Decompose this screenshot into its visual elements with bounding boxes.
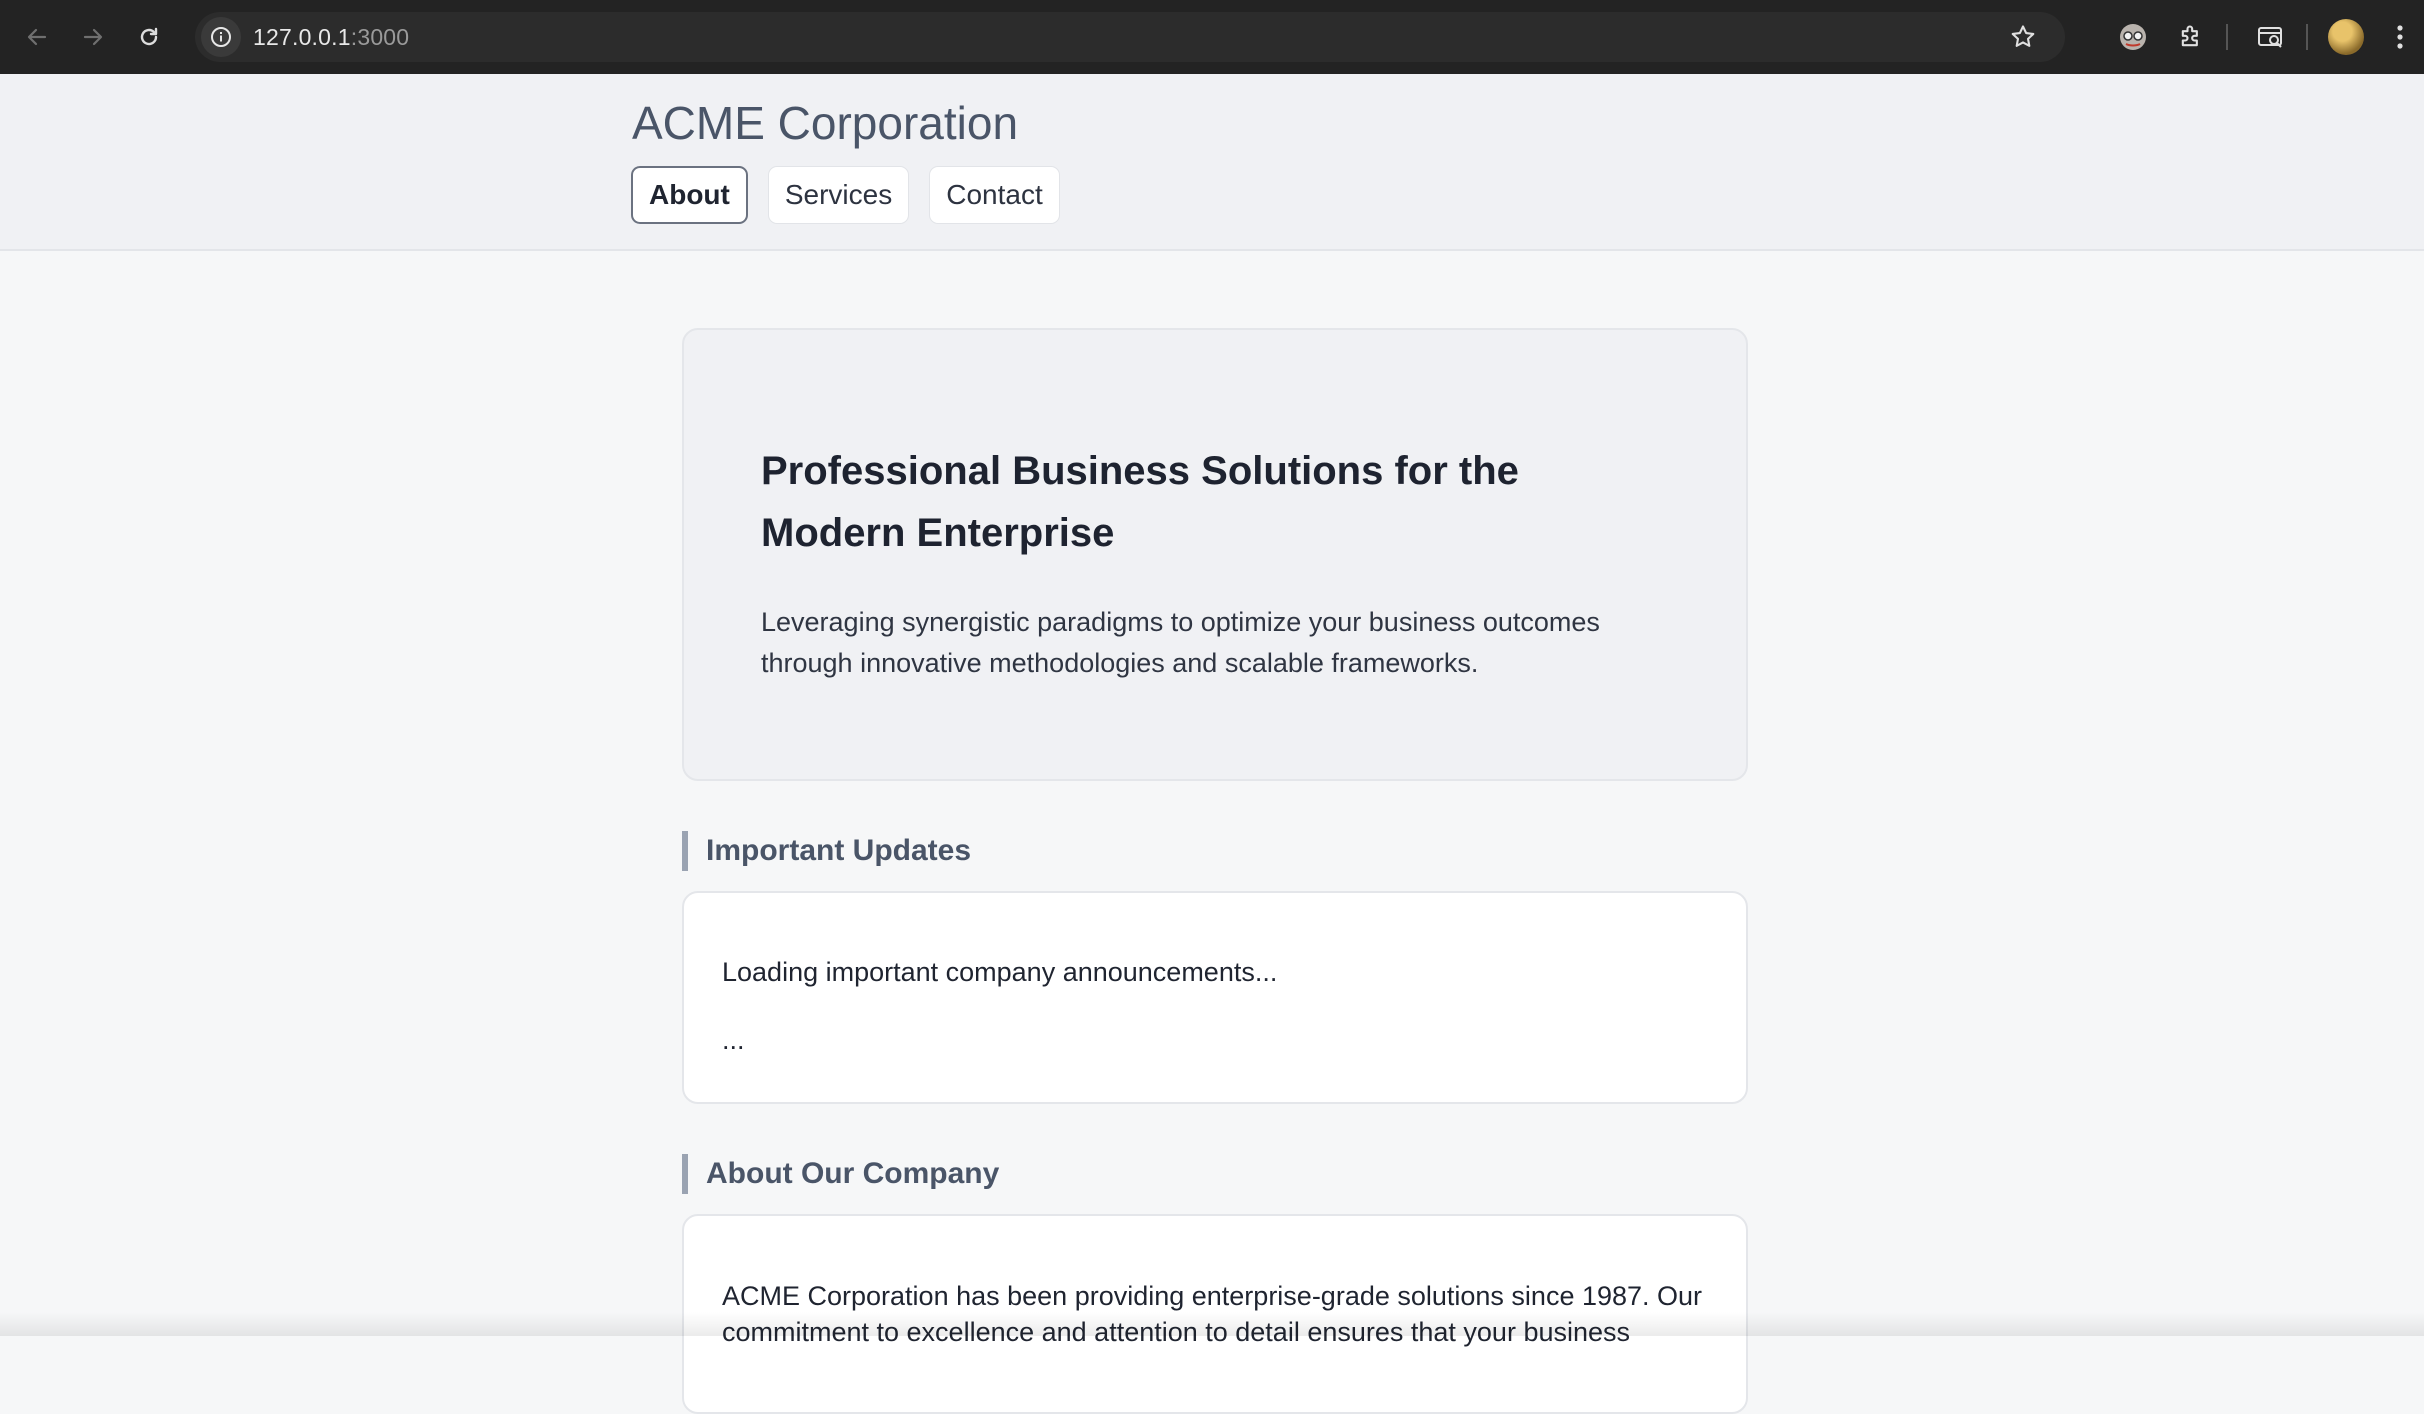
updates-heading: Important Updates [682, 831, 1748, 871]
profile-avatar[interactable] [2328, 19, 2364, 55]
about-text: ACME Corporation has been providing ente… [722, 1278, 1708, 1350]
main-content: Professional Business Solutions for the … [682, 328, 1748, 1414]
address-bar[interactable]: 127.0.0.1:3000 [195, 12, 2065, 62]
tab-about[interactable]: About [631, 166, 748, 224]
more-vert-icon[interactable] [2388, 14, 2412, 60]
site-header: ACME Corporation About Services Contact [0, 74, 2424, 251]
toolbar-actions [2110, 0, 2424, 74]
updates-card: Loading important company announcements.… [682, 891, 1748, 1104]
about-card: ACME Corporation has been providing ente… [682, 1214, 1748, 1414]
hero-description: Leveraging synergistic paradigms to opti… [761, 602, 1669, 684]
reload-icon[interactable] [126, 14, 172, 60]
site-info-icon[interactable] [201, 17, 241, 57]
updates-ellipsis: ... [722, 1021, 1708, 1059]
extension-icon[interactable] [2110, 14, 2156, 60]
toolbar-divider [2306, 24, 2308, 50]
tab-services[interactable]: Services [768, 166, 909, 224]
main-nav: About Services Contact [631, 166, 1060, 224]
tab-search-icon[interactable] [2248, 14, 2294, 60]
back-arrow-icon[interactable] [14, 14, 60, 60]
url-text[interactable]: 127.0.0.1:3000 [253, 24, 409, 51]
bookmark-star-icon[interactable] [2007, 21, 2039, 53]
forward-arrow-icon[interactable] [70, 14, 116, 60]
url-host: 127.0.0.1 [253, 24, 351, 50]
toolbar-divider [2226, 24, 2228, 50]
hero-card: Professional Business Solutions for the … [682, 328, 1748, 781]
tab-contact[interactable]: Contact [929, 166, 1060, 224]
puzzle-icon[interactable] [2168, 14, 2214, 60]
browser-toolbar: 127.0.0.1:3000 [0, 0, 2424, 74]
about-heading: About Our Company [682, 1154, 1748, 1194]
hero-title: Professional Business Solutions for the … [761, 440, 1669, 564]
url-port: :3000 [351, 24, 410, 50]
updates-loading-text: Loading important company announcements.… [722, 953, 1708, 991]
brand-title: ACME Corporation [632, 96, 1018, 151]
